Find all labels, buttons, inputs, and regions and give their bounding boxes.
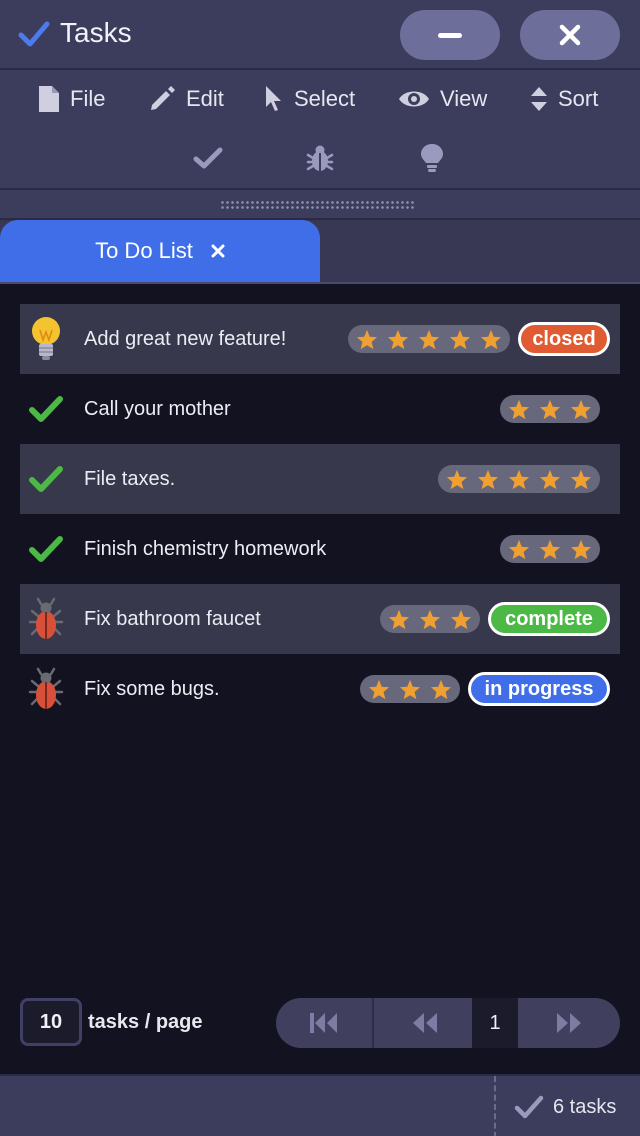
tool-bug[interactable] xyxy=(304,142,336,174)
star-icon xyxy=(449,329,471,350)
status-badge[interactable]: complete xyxy=(488,602,610,636)
previous-page-button[interactable] xyxy=(376,998,472,1048)
bug-icon xyxy=(26,667,66,709)
star-icon xyxy=(539,539,561,560)
menu-file-label: File xyxy=(70,86,106,111)
check-icon xyxy=(18,21,50,47)
first-page-button[interactable] xyxy=(276,998,374,1048)
task-text: Add great new feature! xyxy=(84,328,287,350)
bug-icon xyxy=(26,597,66,639)
task-text: Fix bathroom faucet xyxy=(84,608,261,630)
title-bar: Tasks xyxy=(0,0,640,70)
next-page-button[interactable] xyxy=(520,998,620,1048)
page-size-label: tasks / page xyxy=(88,1011,203,1033)
tool-check[interactable] xyxy=(192,142,224,174)
star-icon xyxy=(570,539,592,560)
close-icon[interactable] xyxy=(211,244,225,258)
cursor-icon xyxy=(266,86,281,111)
task-text: File taxes. xyxy=(84,468,176,490)
minimize-button[interactable] xyxy=(400,10,500,60)
panel-splitter[interactable] xyxy=(0,190,640,220)
sort-icon xyxy=(531,87,547,111)
pencil-icon xyxy=(151,86,175,110)
task-text: Fix some bugs. xyxy=(84,678,220,700)
menu-view[interactable]: View xyxy=(398,82,487,116)
previous-page-icon xyxy=(413,1013,437,1033)
current-page[interactable]: 1 xyxy=(472,998,518,1048)
tab-label: To Do List xyxy=(95,238,193,263)
menu-view-label: View xyxy=(440,86,488,111)
star-icon xyxy=(446,469,468,490)
star-icon xyxy=(508,399,530,420)
star-rating[interactable] xyxy=(500,535,600,563)
lightbulb-icon xyxy=(421,144,443,172)
menu-edit-label: Edit xyxy=(186,86,224,111)
star-icon xyxy=(508,469,530,490)
splitter-grip[interactable] xyxy=(220,200,416,210)
star-icon xyxy=(356,329,378,350)
star-rating[interactable] xyxy=(348,325,510,353)
star-icon xyxy=(570,399,592,420)
close-icon xyxy=(559,24,581,46)
first-page-icon xyxy=(310,1013,337,1033)
menu-file[interactable]: File xyxy=(38,82,105,116)
minus-icon xyxy=(438,33,462,38)
menu-sort-label: Sort xyxy=(558,86,599,111)
bug-icon xyxy=(306,145,334,171)
task-row[interactable]: Fix bathroom faucet complete xyxy=(20,584,620,654)
menu-sort[interactable]: Sort xyxy=(530,82,598,116)
task-row[interactable]: Finish chemistry homework xyxy=(20,514,620,584)
star-rating[interactable] xyxy=(360,675,460,703)
star-icon xyxy=(388,609,410,630)
check-icon xyxy=(26,459,66,499)
star-rating[interactable] xyxy=(380,605,480,633)
tool-lightbulb[interactable] xyxy=(416,142,448,174)
star-icon xyxy=(418,329,440,350)
star-icon xyxy=(570,469,592,490)
star-rating[interactable] xyxy=(500,395,600,423)
menu-select-label: Select xyxy=(294,86,356,111)
check-icon xyxy=(26,389,66,429)
star-icon xyxy=(477,469,499,490)
check-icon xyxy=(193,147,223,169)
task-text: Call your mother xyxy=(84,398,231,420)
window-title: Tasks xyxy=(60,17,132,48)
star-rating[interactable] xyxy=(438,465,600,493)
tab-to-do-list[interactable]: To Do List xyxy=(0,220,320,282)
star-icon xyxy=(508,539,530,560)
star-icon xyxy=(430,679,452,700)
next-page-icon xyxy=(557,1013,581,1033)
check-icon xyxy=(26,529,66,569)
star-icon xyxy=(399,679,421,700)
status-divider xyxy=(494,1076,496,1136)
task-row[interactable]: Call your mother xyxy=(20,374,620,444)
page-size-input[interactable]: 10 xyxy=(20,998,82,1046)
tab-strip: To Do List xyxy=(0,220,640,284)
status-bar: 6 tasks xyxy=(0,1074,640,1136)
check-icon xyxy=(514,1095,544,1119)
eye-icon xyxy=(399,91,429,107)
task-list: Add great new feature! closed Call your mo… xyxy=(20,304,620,724)
task-row[interactable]: File taxes. xyxy=(20,444,620,514)
task-text: Finish chemistry homework xyxy=(84,538,327,560)
lightbulb-icon xyxy=(26,317,66,360)
status-badge[interactable]: in progress xyxy=(468,672,610,706)
file-icon xyxy=(39,86,59,112)
task-row[interactable]: Fix some bugs. in progress xyxy=(20,654,620,724)
status-badge[interactable]: closed xyxy=(518,322,610,356)
star-icon xyxy=(368,679,390,700)
menu-edit[interactable]: Edit xyxy=(148,82,224,116)
star-icon xyxy=(419,609,441,630)
star-icon xyxy=(480,329,502,350)
star-icon xyxy=(387,329,409,350)
star-icon xyxy=(450,609,472,630)
menu-select[interactable]: Select xyxy=(264,82,355,116)
star-icon xyxy=(539,469,561,490)
pager: 1 xyxy=(276,998,620,1048)
star-icon xyxy=(539,399,561,420)
task-count: 6 tasks xyxy=(553,1096,617,1118)
close-window-button[interactable] xyxy=(520,10,620,60)
task-row[interactable]: Add great new feature! closed xyxy=(20,304,620,374)
menu-bar: File Edit Select View Sort xyxy=(0,70,640,190)
